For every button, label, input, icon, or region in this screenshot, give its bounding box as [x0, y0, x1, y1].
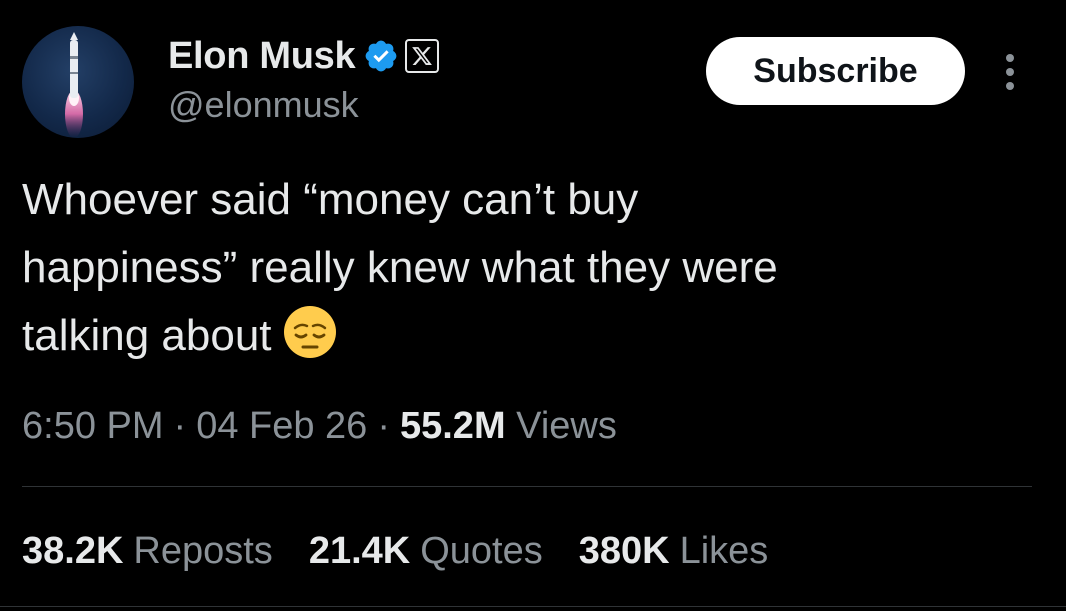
engagement-stats: 38.2K Reposts 21.4K Quotes 380K Likes [22, 524, 804, 578]
more-vertical-icon[interactable] [996, 50, 1024, 94]
quotes-stat[interactable]: 21.4K Quotes [309, 524, 543, 578]
more-dot [1006, 82, 1014, 90]
reposts-count: 38.2K [22, 530, 124, 572]
author-name-row: Elon Musk [168, 34, 440, 78]
bottom-divider [0, 606, 1066, 607]
tweet-meta: 6:50 PM · 04 Feb 26 · 55.2M Views [22, 400, 617, 452]
tweet-text-block: Whoever said “money can’t buy happiness”… [22, 166, 1022, 370]
rocket-launch-avatar [65, 32, 83, 138]
meta-separator: · [377, 405, 390, 447]
tweet-date[interactable]: 04 Feb 26 [196, 405, 367, 447]
divider [22, 486, 1032, 487]
reposts-label: Reposts [133, 530, 273, 572]
more-dot [1006, 68, 1014, 76]
author-avatar[interactable] [22, 26, 134, 138]
meta-separator: · [173, 405, 187, 447]
quotes-label: Quotes [420, 530, 543, 572]
tweet-time[interactable]: 6:50 PM [22, 405, 164, 447]
x-logo-icon[interactable] [405, 39, 440, 73]
tweet-text: Whoever said “money can’t buy happiness”… [22, 175, 778, 360]
likes-stat[interactable]: 380K Likes [579, 524, 769, 578]
subscribe-button[interactable]: Subscribe [706, 37, 965, 105]
views-label: Views [516, 405, 617, 447]
reposts-stat[interactable]: 38.2K Reposts [22, 524, 273, 578]
likes-label: Likes [679, 530, 769, 572]
author-display-name[interactable]: Elon Musk [168, 35, 356, 78]
views-count: 55.2M [399, 405, 506, 447]
verified-badge-icon[interactable] [363, 38, 399, 74]
pensive-face-emoji [282, 304, 338, 360]
author-handle[interactable]: @elonmusk [168, 84, 359, 126]
quotes-count: 21.4K [308, 530, 411, 572]
more-dot [1006, 54, 1014, 62]
likes-count: 380K [578, 530, 670, 572]
